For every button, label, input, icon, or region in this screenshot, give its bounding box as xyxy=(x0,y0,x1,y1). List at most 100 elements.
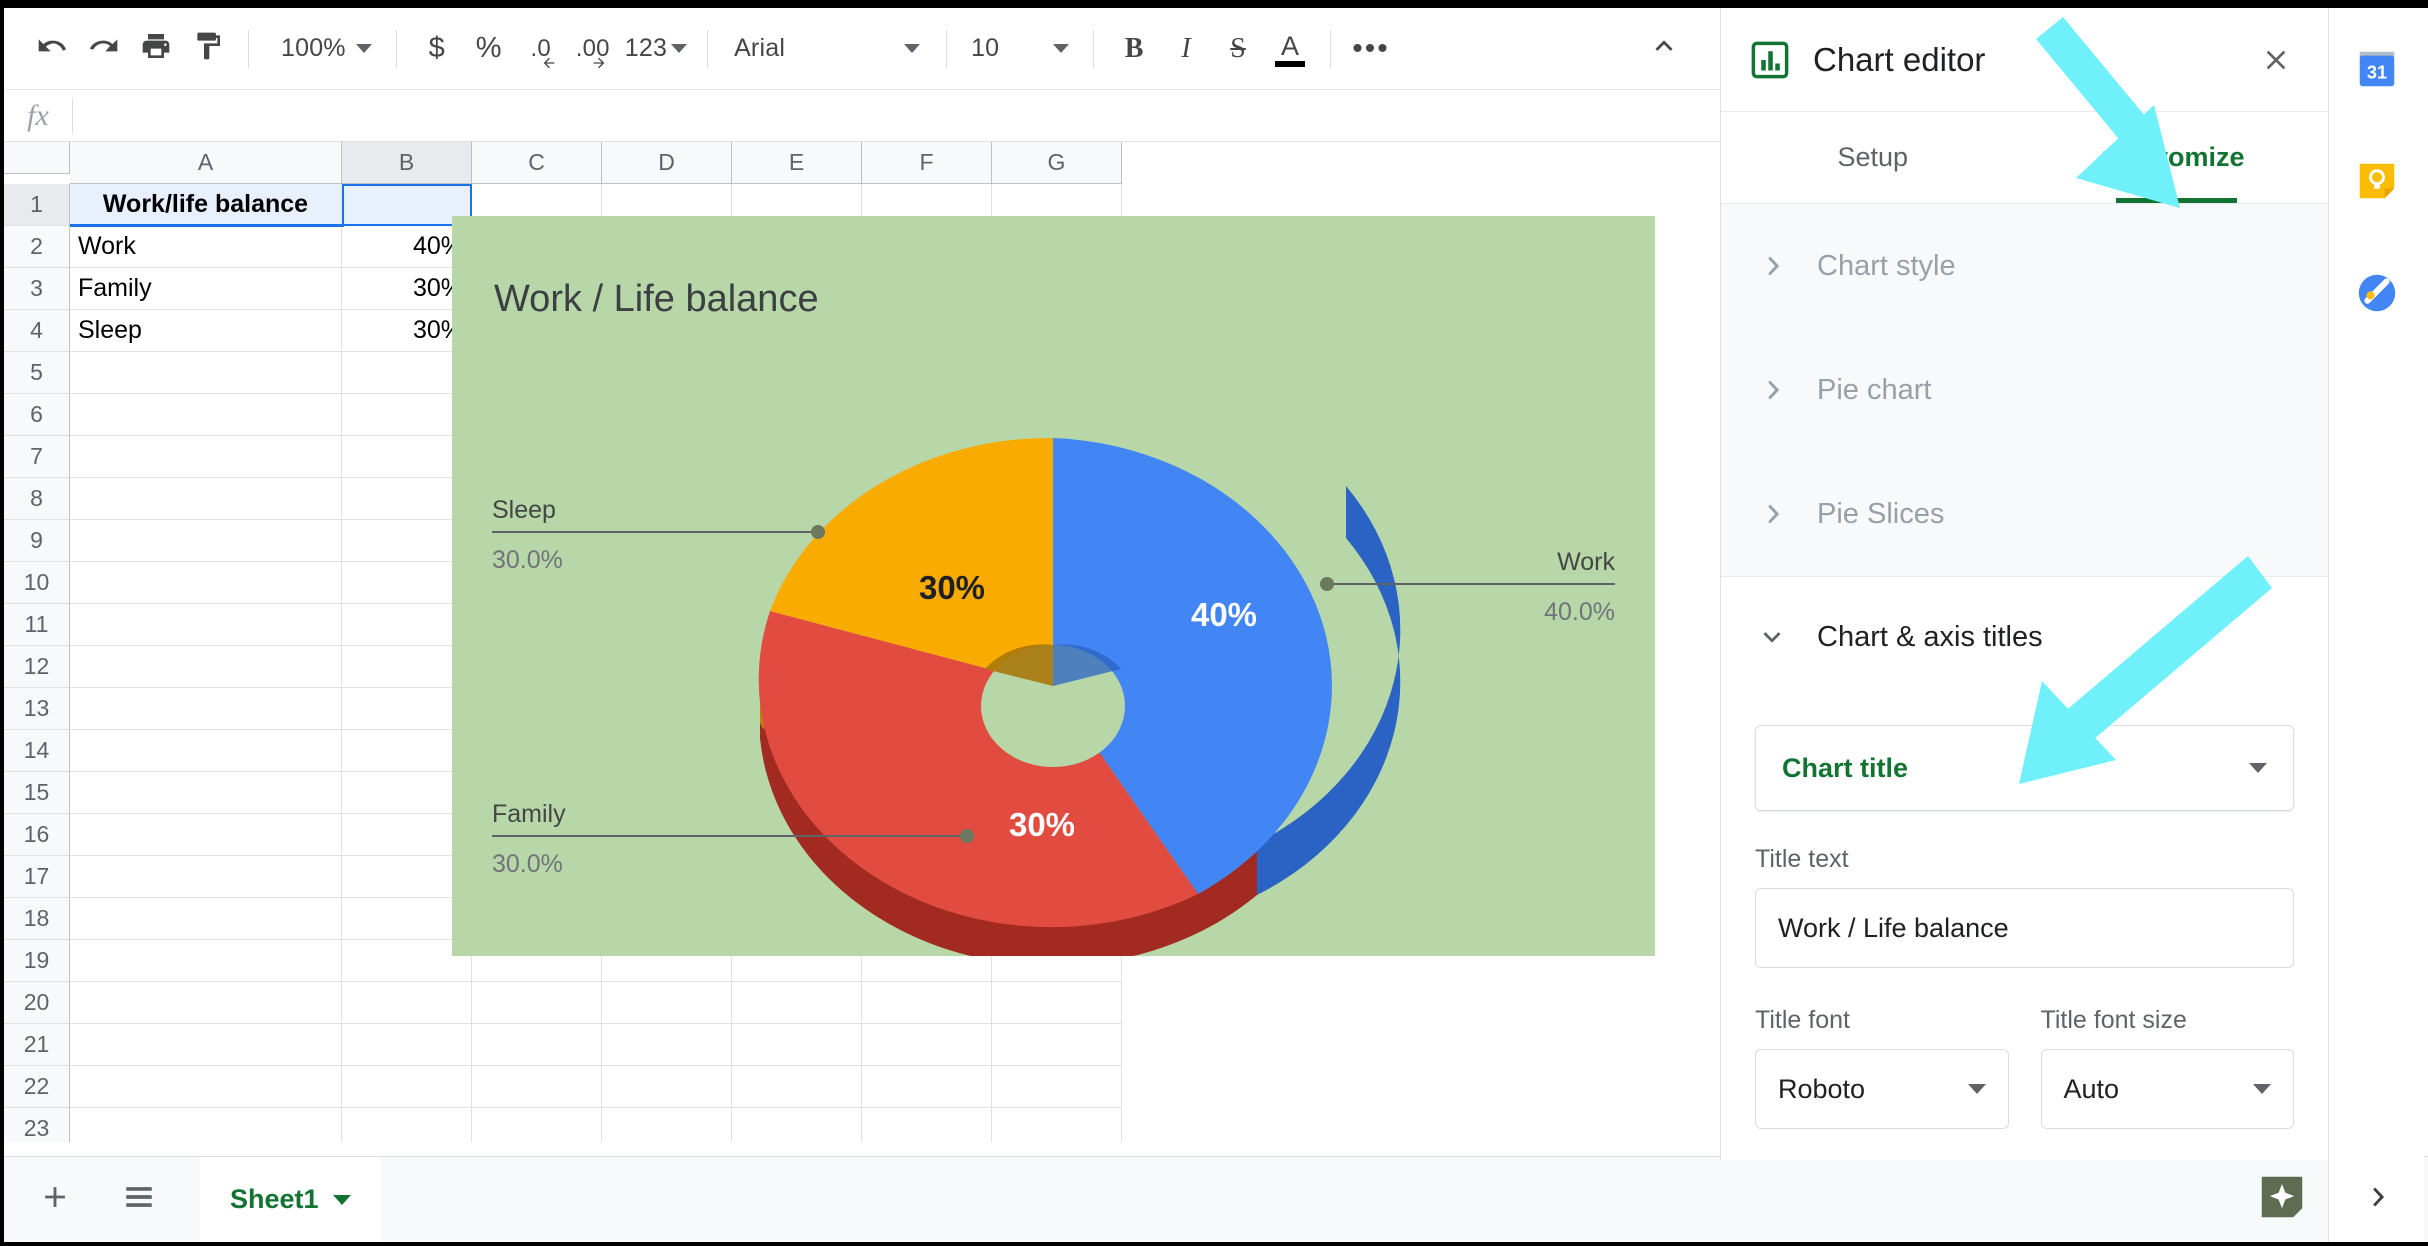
row-header-21[interactable]: 21 xyxy=(4,1024,70,1066)
cell-D23[interactable] xyxy=(602,1108,732,1142)
column-header-f[interactable]: F xyxy=(862,142,992,184)
chart-object[interactable]: Work / Life balance 40% 30% 30% Sleep 30… xyxy=(452,216,1655,956)
add-sheet-button[interactable] xyxy=(22,1167,88,1233)
print-button[interactable] xyxy=(130,23,182,75)
expand-rail-button[interactable] xyxy=(2328,1156,2424,1242)
zoom-select[interactable]: 100% xyxy=(263,23,382,75)
cell-G20[interactable] xyxy=(992,982,1122,1024)
cell-B21[interactable] xyxy=(342,1024,472,1066)
cell-A22[interactable] xyxy=(70,1066,342,1108)
cell-A7[interactable] xyxy=(70,436,342,478)
increase-decimal-button[interactable]: .00 xyxy=(567,23,619,75)
cell-B23[interactable] xyxy=(342,1108,472,1142)
title-font-size-select[interactable]: Auto xyxy=(2040,1049,2294,1129)
cell-G21[interactable] xyxy=(992,1024,1122,1066)
cell-B22[interactable] xyxy=(342,1066,472,1108)
cell-A8[interactable] xyxy=(70,478,342,520)
cell-A23[interactable] xyxy=(70,1108,342,1142)
cell-A3[interactable]: Family xyxy=(70,268,342,310)
cell-G23[interactable] xyxy=(992,1108,1122,1142)
chevron-down-icon[interactable] xyxy=(332,1194,351,1205)
cell-E20[interactable] xyxy=(732,982,862,1024)
row-header-23[interactable]: 23 xyxy=(4,1108,70,1142)
column-header-d[interactable]: D xyxy=(602,142,732,184)
row-header-17[interactable]: 17 xyxy=(4,856,70,898)
sheet-tab-sheet1[interactable]: Sheet1 xyxy=(200,1156,381,1243)
cell-C20[interactable] xyxy=(472,982,602,1024)
title-text-input[interactable]: Work / Life balance xyxy=(1755,888,2294,968)
cell-D22[interactable] xyxy=(602,1066,732,1108)
row-header-6[interactable]: 6 xyxy=(4,394,70,436)
close-icon[interactable] xyxy=(2252,36,2300,84)
row-header-12[interactable]: 12 xyxy=(4,646,70,688)
google-calendar-icon[interactable]: 31 xyxy=(2354,46,2400,92)
select-all-corner[interactable] xyxy=(4,142,70,174)
row-header-11[interactable]: 11 xyxy=(4,604,70,646)
cell-A21[interactable] xyxy=(70,1024,342,1066)
all-sheets-button[interactable] xyxy=(106,1167,172,1233)
google-tasks-icon[interactable] xyxy=(2354,270,2400,316)
cell-E21[interactable] xyxy=(732,1024,862,1066)
cell-A10[interactable] xyxy=(70,562,342,604)
cell-A20[interactable] xyxy=(70,982,342,1024)
cell-A2[interactable]: Work xyxy=(70,226,342,268)
cell-F22[interactable] xyxy=(862,1066,992,1108)
more-formats-button[interactable]: 123 xyxy=(619,23,693,75)
section-pie-chart[interactable]: Pie chart xyxy=(1721,328,2328,452)
more-options-button[interactable]: ••• xyxy=(1345,23,1397,75)
cell-A14[interactable] xyxy=(70,730,342,772)
tab-customize[interactable]: Customize xyxy=(2025,112,2329,203)
row-header-20[interactable]: 20 xyxy=(4,982,70,1024)
cell-A16[interactable] xyxy=(70,814,342,856)
row-header-1[interactable]: 1 xyxy=(4,184,70,226)
cell-C22[interactable] xyxy=(472,1066,602,1108)
row-header-19[interactable]: 19 xyxy=(4,940,70,982)
sparkle-button[interactable] xyxy=(2254,1172,2310,1228)
redo-button[interactable] xyxy=(78,23,130,75)
cell-D21[interactable] xyxy=(602,1024,732,1066)
row-header-18[interactable]: 18 xyxy=(4,898,70,940)
row-header-15[interactable]: 15 xyxy=(4,772,70,814)
row-header-5[interactable]: 5 xyxy=(4,352,70,394)
cell-A6[interactable] xyxy=(70,394,342,436)
cell-F21[interactable] xyxy=(862,1024,992,1066)
column-header-e[interactable]: E xyxy=(732,142,862,184)
section-chart-style[interactable]: Chart style xyxy=(1721,204,2328,328)
paint-format-button[interactable] xyxy=(182,23,234,75)
row-header-2[interactable]: 2 xyxy=(4,226,70,268)
cell-D20[interactable] xyxy=(602,982,732,1024)
decrease-decimal-button[interactable]: .0 xyxy=(515,23,567,75)
cell-A13[interactable] xyxy=(70,688,342,730)
column-header-g[interactable]: G xyxy=(992,142,1122,184)
cell-A19[interactable] xyxy=(70,940,342,982)
section-pie-slices[interactable]: Pie Slices xyxy=(1721,452,2328,576)
italic-button[interactable]: I xyxy=(1160,23,1212,75)
text-color-button[interactable]: A xyxy=(1264,23,1316,75)
row-header-16[interactable]: 16 xyxy=(4,814,70,856)
currency-format-button[interactable]: $ xyxy=(411,23,463,75)
column-header-a[interactable]: A xyxy=(70,142,342,184)
row-header-9[interactable]: 9 xyxy=(4,520,70,562)
row-header-13[interactable]: 13 xyxy=(4,688,70,730)
cell-A4[interactable]: Sleep xyxy=(70,310,342,352)
title-type-select[interactable]: Chart title xyxy=(1755,725,2294,811)
cell-A15[interactable] xyxy=(70,772,342,814)
cell-E22[interactable] xyxy=(732,1066,862,1108)
font-size-select[interactable]: 10 xyxy=(961,23,1079,75)
section-chart-axis-titles-header[interactable]: Chart & axis titles xyxy=(1755,577,2294,697)
cell-F20[interactable] xyxy=(862,982,992,1024)
row-header-22[interactable]: 22 xyxy=(4,1066,70,1108)
row-header-10[interactable]: 10 xyxy=(4,562,70,604)
bold-button[interactable]: B xyxy=(1108,23,1160,75)
row-header-8[interactable]: 8 xyxy=(4,478,70,520)
formula-input[interactable] xyxy=(73,90,1720,141)
cell-A12[interactable] xyxy=(70,646,342,688)
font-family-select[interactable]: Arial xyxy=(722,23,932,75)
row-header-14[interactable]: 14 xyxy=(4,730,70,772)
cell-A1[interactable]: Work/life balance xyxy=(70,184,342,226)
google-keep-icon[interactable] xyxy=(2354,158,2400,204)
cell-F23[interactable] xyxy=(862,1108,992,1142)
cell-A18[interactable] xyxy=(70,898,342,940)
title-font-select[interactable]: Roboto xyxy=(1755,1049,2009,1129)
column-header-b[interactable]: B xyxy=(342,142,472,184)
